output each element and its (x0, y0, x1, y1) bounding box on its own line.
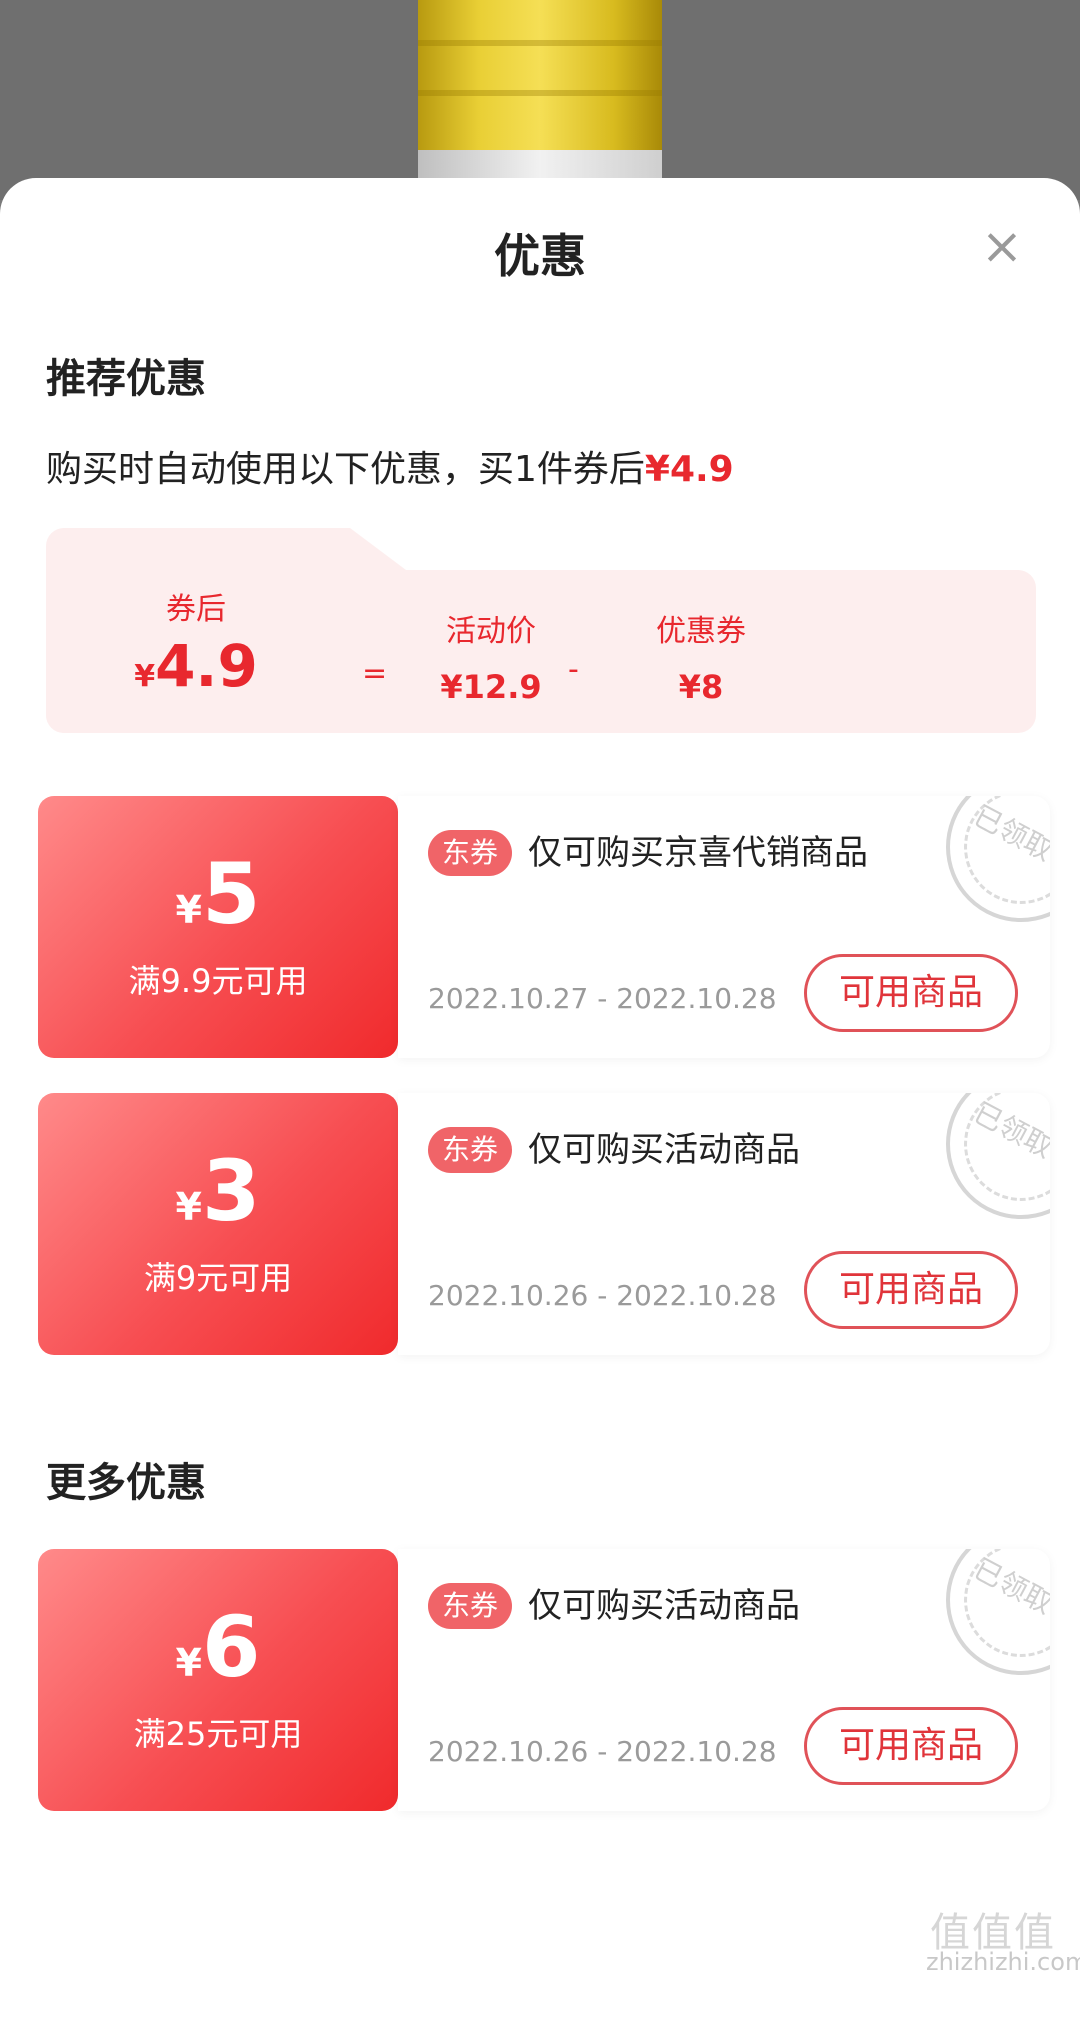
coupon-details: 东券 仅可购买京喜代销商品 2022.10.27 - 2022.10.28 可用… (398, 796, 1050, 1058)
close-icon[interactable]: × (980, 221, 1024, 271)
coupon-discount-label: 优惠券 (656, 614, 746, 649)
minus-sign: - (568, 652, 579, 687)
coupon-amount-value: 5 (202, 845, 261, 943)
coupon-type-badge: 东券 (428, 1127, 513, 1173)
description-price: ¥4.9 (644, 449, 734, 490)
coupon-yen: ¥ (175, 1641, 202, 1685)
available-products-button[interactable]: 可用商品 (804, 1251, 1018, 1329)
coupon-amount: ¥6 (38, 1605, 398, 1689)
coupon-amount: ¥3 (38, 1149, 398, 1233)
description-text: 购买时自动使用以下优惠，买1件券后 (46, 449, 645, 490)
coupon-amount-value: 3 (202, 1142, 261, 1240)
activity-price-label: 活动价 (446, 614, 536, 649)
coupon-threshold: 满25元可用 (133, 1715, 303, 1753)
coupon-validity-date: 2022.10.26 - 2022.10.28 (428, 1279, 777, 1312)
coupon-amount-value: 6 (202, 1598, 261, 1696)
coupon-title: 仅可购买京喜代销商品 (528, 833, 868, 873)
coupon-type-badge: 东券 (428, 830, 513, 876)
summary-tab-slope (326, 528, 406, 570)
activity-price-value: ¥12.9 (440, 668, 542, 706)
coupon-amount-panel: ¥3 满9元可用 (38, 1093, 398, 1355)
coupon-validity-date: 2022.10.26 - 2022.10.28 (428, 1735, 777, 1768)
more-section-title: 更多优惠 (46, 1460, 206, 1506)
sheet-title: 优惠 (494, 229, 586, 283)
watermark-site: zhizhizhi.com (926, 1948, 1080, 1976)
coupon-discount-value: ¥8 (678, 668, 724, 706)
claimed-stamp-icon: 已领取 (946, 796, 1050, 922)
after-coupon-yen: ¥ (134, 659, 156, 694)
coupon-type-badge: 东券 (428, 1583, 513, 1629)
coupon-validity-date: 2022.10.27 - 2022.10.28 (428, 982, 777, 1015)
coupon-details: 东券 仅可购买活动商品 2022.10.26 - 2022.10.28 可用商品… (398, 1549, 1050, 1811)
coupon-threshold: 满9.9元可用 (128, 962, 308, 1000)
coupon-threshold: 满9元可用 (143, 1259, 293, 1297)
coupon-amount-panel: ¥5 满9.9元可用 (38, 796, 398, 1058)
equals-sign: = (362, 656, 388, 691)
recommended-description: 购买时自动使用以下优惠，买1件券后¥4.9 (46, 440, 734, 492)
available-products-button[interactable]: 可用商品 (804, 1707, 1018, 1785)
claimed-stamp-icon: 已领取 (946, 1549, 1050, 1675)
bottle-ring (418, 40, 662, 46)
coupon-discount: 优惠券 ¥8 (636, 606, 766, 706)
price-summary-box: 券后 ¥4.9 = 活动价 ¥12.9 - 优惠券 ¥8 (46, 528, 1036, 733)
coupon-amount: ¥5 (38, 852, 398, 936)
product-bottle-image (418, 0, 662, 190)
after-coupon-value: 4.9 (155, 632, 258, 700)
available-products-button[interactable]: 可用商品 (804, 954, 1018, 1032)
bottle-ring (418, 90, 662, 96)
coupon-yen: ¥ (175, 1185, 202, 1229)
coupon-title: 仅可购买活动商品 (528, 1586, 800, 1626)
coupon-title: 仅可购买活动商品 (528, 1130, 800, 1170)
activity-price: 活动价 ¥12.9 (426, 606, 556, 706)
discount-sheet: 优惠 × 推荐优惠 购买时自动使用以下优惠，买1件券后¥4.9 券后 ¥4.9 … (0, 178, 1080, 2030)
coupon-card[interactable]: ¥6 满25元可用 东券 仅可购买活动商品 2022.10.26 - 2022.… (38, 1549, 1050, 1811)
claimed-stamp-icon: 已领取 (946, 1093, 1050, 1219)
coupon-amount-panel: ¥6 满25元可用 (38, 1549, 398, 1811)
after-coupon-price: 券后 ¥4.9 (116, 584, 276, 700)
coupon-card[interactable]: ¥5 满9.9元可用 东券 仅可购买京喜代销商品 2022.10.27 - 20… (38, 796, 1050, 1058)
recommended-section-title: 推荐优惠 (46, 356, 206, 402)
coupon-yen: ¥ (175, 888, 202, 932)
coupon-details: 东券 仅可购买活动商品 2022.10.26 - 2022.10.28 可用商品… (398, 1093, 1050, 1355)
coupon-card[interactable]: ¥3 满9元可用 东券 仅可购买活动商品 2022.10.26 - 2022.1… (38, 1093, 1050, 1355)
after-coupon-label: 券后 (166, 592, 226, 627)
